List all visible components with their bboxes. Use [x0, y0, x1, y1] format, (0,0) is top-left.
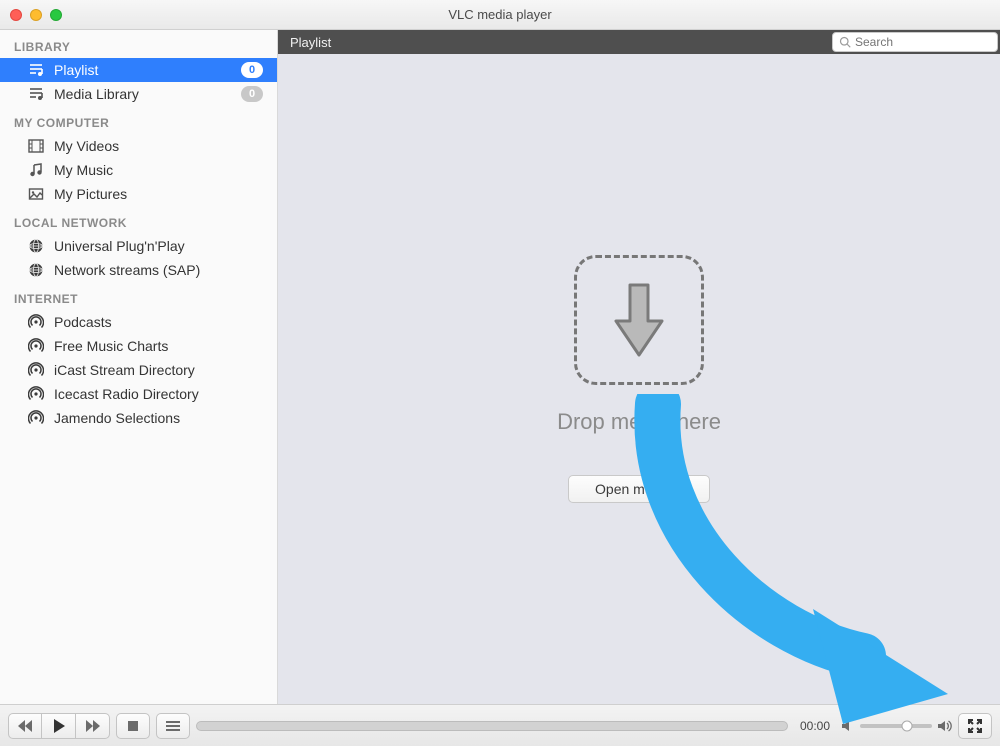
titlebar: VLC media player [0, 0, 1000, 30]
open-media-button[interactable]: Open media... [568, 475, 710, 503]
volume-thumb[interactable] [901, 720, 912, 731]
content-header-title: Playlist [290, 35, 822, 50]
next-button[interactable] [76, 713, 110, 739]
previous-button[interactable] [8, 713, 42, 739]
sidebar-item-label: My Pictures [54, 186, 263, 202]
playlist-toggle-button[interactable] [156, 713, 190, 739]
volume-high-icon [938, 720, 952, 732]
sidebar-item-jamendo-selections[interactable]: Jamendo Selections [0, 406, 277, 430]
sidebar-item-my-videos[interactable]: My Videos [0, 134, 277, 158]
sidebar-item-icecast-radio-directory[interactable]: Icecast Radio Directory [0, 382, 277, 406]
body: LIBRARY Playlist 0 Media Library 0 MY COMPUTE… [0, 30, 1000, 704]
podcast-icon [28, 386, 44, 402]
dropzone-label: Drop media here [557, 409, 721, 435]
content-area[interactable]: Drop media here Open media... [278, 54, 1000, 704]
window-controls [10, 9, 62, 21]
playlist-icon [28, 62, 44, 78]
seek-bar[interactable] [196, 721, 788, 731]
maximize-window-button[interactable] [50, 9, 62, 21]
main-panel: Playlist [278, 30, 1000, 704]
podcast-icon [28, 314, 44, 330]
podcast-icon [28, 338, 44, 354]
sidebar: LIBRARY Playlist 0 Media Library 0 MY COMPUTE… [0, 30, 278, 704]
music-icon [28, 162, 44, 178]
window-title: VLC media player [0, 7, 1000, 22]
sidebar-item-my-pictures[interactable]: My Pictures [0, 182, 277, 206]
search-icon [839, 36, 851, 48]
sidebar-item-label: Universal Plug'n'Play [54, 238, 263, 254]
volume-slider[interactable] [860, 724, 932, 728]
dropzone[interactable]: Drop media here Open media... [557, 255, 721, 503]
download-arrow-icon [612, 281, 666, 359]
sidebar-item-playlist[interactable]: Playlist 0 [0, 58, 277, 82]
sidebar-item-my-music[interactable]: My Music [0, 158, 277, 182]
sidebar-item-label: My Music [54, 162, 263, 178]
minimize-window-button[interactable] [30, 9, 42, 21]
globe-icon [28, 238, 44, 254]
volume-low-icon [842, 720, 854, 732]
sidebar-section-header: MY COMPUTER [0, 106, 277, 134]
library-icon [28, 86, 44, 102]
pictures-icon [28, 186, 44, 202]
sidebar-item-media-library[interactable]: Media Library 0 [0, 82, 277, 106]
play-button[interactable] [42, 713, 76, 739]
content-header: Playlist [278, 30, 1000, 54]
sidebar-item-free-music-charts[interactable]: Free Music Charts [0, 334, 277, 358]
sidebar-item-label: Free Music Charts [54, 338, 263, 354]
count-badge: 0 [241, 62, 263, 78]
search-input[interactable] [855, 35, 991, 49]
podcast-icon [28, 410, 44, 426]
sidebar-item-podcasts[interactable]: Podcasts [0, 310, 277, 334]
podcast-icon [28, 362, 44, 378]
fullscreen-button[interactable] [958, 713, 992, 739]
sidebar-item-icast-stream-directory[interactable]: iCast Stream Directory [0, 358, 277, 382]
sidebar-item-label: Media Library [54, 86, 231, 102]
video-icon [28, 138, 44, 154]
app-window: VLC media player LIBRARYPlaylist0Media L… [0, 0, 1000, 746]
sidebar-item-network-streams-sap-[interactable]: Network streams (SAP) [0, 258, 277, 282]
search-box[interactable] [832, 32, 998, 52]
sidebar-item-label: Playlist [54, 62, 231, 78]
sidebar-item-label: Icecast Radio Directory [54, 386, 263, 402]
sidebar-item-label: Jamendo Selections [54, 410, 263, 426]
sidebar-section-header: LOCAL NETWORK [0, 206, 277, 234]
stop-button[interactable] [116, 713, 150, 739]
volume-control [842, 720, 952, 732]
sidebar-section-header: INTERNET [0, 282, 277, 310]
playback-controls: 00:00 [0, 704, 1000, 746]
sidebar-item-label: Podcasts [54, 314, 263, 330]
sidebar-item-universal-plug-n-play[interactable]: Universal Plug'n'Play [0, 234, 277, 258]
sidebar-item-label: Network streams (SAP) [54, 262, 263, 278]
close-window-button[interactable] [10, 9, 22, 21]
dropzone-target[interactable] [574, 255, 704, 385]
sidebar-section-header: LIBRARY [0, 30, 277, 58]
sidebar-item-label: iCast Stream Directory [54, 362, 263, 378]
count-badge: 0 [241, 86, 263, 102]
sidebar-item-label: My Videos [54, 138, 263, 154]
time-elapsed: 00:00 [794, 719, 836, 733]
globe-icon [28, 262, 44, 278]
transport-buttons [8, 713, 110, 739]
